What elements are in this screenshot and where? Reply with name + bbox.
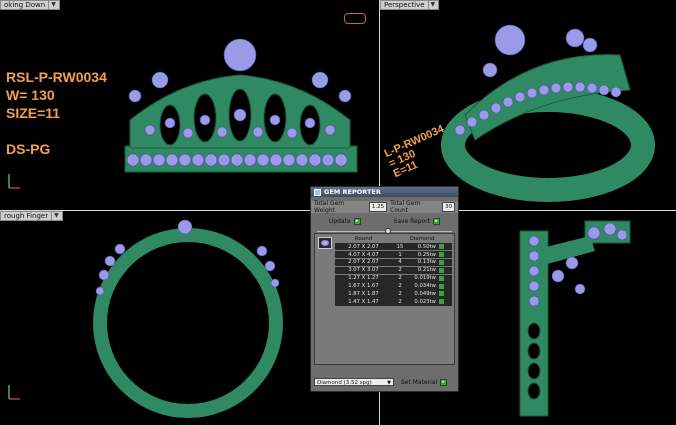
panel-footer: Diamond (3.52 spg) ▼ Set Material ▸	[314, 377, 455, 387]
row-select-button[interactable]	[437, 244, 445, 250]
ring-finish: DS-PG	[6, 141, 51, 157]
select-chevron-down-icon: ▼	[387, 380, 391, 386]
total-count-label: Total Gem Count	[390, 200, 421, 214]
ring-perspective-view	[441, 24, 655, 202]
panel-title: GEM REPORTER	[324, 188, 381, 196]
gem-weight-cell: 0.019tw	[414, 275, 436, 282]
row-select-button[interactable]	[437, 259, 445, 265]
gem-reporter-icon	[314, 188, 321, 196]
table-row[interactable]: 1.27 X 1.27 2 0.019tw	[335, 274, 452, 282]
row-go-icon[interactable]	[438, 291, 444, 297]
row-go-icon[interactable]	[438, 299, 444, 305]
save-report-label: Save Report	[393, 217, 431, 225]
table-row[interactable]: 1.67 X 1.67 2 0.034tw	[335, 282, 452, 290]
ring-size: SIZE=11	[6, 105, 61, 121]
row-select-button[interactable]	[437, 267, 445, 273]
gem-count-cell: 15	[396, 243, 404, 250]
row-go-icon[interactable]	[438, 259, 444, 265]
gem-count-cell: 2	[398, 283, 402, 290]
material-select-value: Diamond (3.52 spg)	[317, 380, 372, 386]
col-shape-header: Round	[354, 236, 373, 242]
update-button[interactable]: Update ▸	[328, 217, 361, 225]
table-row[interactable]: 1.47 X 1.47 2 0.023tw	[335, 298, 452, 306]
axis-gizmo-icon	[6, 170, 22, 192]
table-row[interactable]: 2.07 X 2.07 15 0.50tw	[335, 243, 452, 251]
gem-count-cell: 4	[398, 259, 402, 266]
gem-size-cell: 3.07 X 3.07	[348, 267, 379, 274]
gem-size-cell: 4.07 X 4.07	[348, 251, 379, 258]
total-count-field: 30	[442, 202, 455, 212]
panel-title-bar[interactable]: GEM REPORTER	[311, 187, 458, 197]
gem-size-cell: 1.87 X 1.87	[348, 290, 379, 297]
viewport-looking-down[interactable]: oking Down ▼ RSL-P-RW0034 W= 130 SIZE=11…	[0, 0, 379, 210]
gem-size-cell: 1.27 X 1.27	[348, 275, 379, 282]
material-select[interactable]: Diamond (3.52 spg) ▼	[314, 378, 394, 386]
gem-size-cell: 2.07 X 2.07	[348, 259, 379, 266]
table-row[interactable]: 2.07 X 2.07 4 0.13tw	[335, 258, 452, 267]
update-go-icon[interactable]: ▸	[353, 217, 361, 225]
row-go-icon[interactable]	[438, 252, 444, 258]
set-material-button[interactable]: ▸	[440, 378, 448, 386]
gem-count-cell: 2	[398, 275, 402, 282]
total-weight-field: 1.25	[368, 202, 388, 212]
gem-table-rows: 2.07 X 2.07 15 0.50tw 4.07 X 4.07 1 0.25tw 2.0…	[335, 243, 452, 306]
row-select-button[interactable]	[437, 252, 445, 258]
gem-weight-cell: 0.034tw	[414, 283, 436, 290]
row-go-icon[interactable]	[438, 283, 444, 289]
gem-weight-cell: 0.25tw	[417, 251, 436, 258]
gem-weight-cell: 0.50tw	[417, 243, 436, 250]
gem-weight-cell: 0.21tw	[417, 267, 436, 274]
row-select-button[interactable]	[437, 283, 445, 289]
row-go-icon[interactable]	[438, 244, 444, 250]
gem-size-cell: 1.67 X 1.67	[348, 283, 379, 290]
gem-count-cell: 2	[398, 298, 402, 305]
gem-size-cell: 1.47 X 1.47	[348, 298, 379, 305]
table-row[interactable]: 3.07 X 3.07 2 0.21tw	[335, 266, 452, 274]
ring-info-block: RSL-P-RW0034 W= 130 SIZE=11 DS-PG	[6, 68, 107, 158]
total-weight-label: Total Gem Weight	[314, 200, 345, 214]
gem-table: Round Diamond 2.07 X 2.07 15 0.50tw 4.07 X …	[314, 233, 455, 365]
row-go-icon[interactable]	[438, 267, 444, 273]
gem-weight-cell: 0.13tw	[417, 259, 436, 266]
axis-gizmo-icon	[6, 381, 22, 403]
row-select-button[interactable]	[437, 275, 445, 281]
gem-weight-cell: 0.023tw	[414, 298, 436, 305]
gem-thumbnail-icon[interactable]	[318, 237, 332, 249]
table-row[interactable]: 4.07 X 4.07 1 0.25tw	[335, 250, 452, 259]
viewport-perspective[interactable]: Perspective ▼	[380, 0, 676, 210]
save-report-button[interactable]: Save Report ▸	[393, 217, 441, 225]
gem-size-cell: 2.07 X 2.07	[348, 243, 379, 250]
gem-count-cell: 1	[398, 251, 402, 258]
gem-reporter-panel[interactable]: GEM REPORTER Total Gem Weight 1.25 Total…	[310, 186, 459, 392]
col-material-header: Diamond	[409, 236, 435, 242]
gem-count-cell: 2	[398, 267, 402, 274]
gem-table-header: Round Diamond	[335, 236, 452, 243]
totals-row: Total Gem Weight 1.25 Total Gem Count 30	[311, 200, 458, 214]
set-material-label: Set Material	[401, 378, 438, 386]
gem-count-cell: 2	[398, 290, 402, 297]
ring-weight: W= 130	[6, 87, 55, 103]
row-select-button[interactable]	[437, 299, 445, 305]
update-label: Update	[328, 217, 351, 225]
save-report-go-icon[interactable]: ▸	[433, 217, 441, 225]
row-go-icon[interactable]	[438, 275, 444, 281]
gem-weight-cell: 0.049tw	[414, 290, 436, 297]
action-row: Update ▸ Save Report ▸	[311, 216, 458, 226]
table-row[interactable]: 1.87 X 1.87 2 0.049tw	[335, 290, 452, 298]
row-select-button[interactable]	[437, 291, 445, 297]
ring-code: RSL-P-RW0034	[6, 69, 107, 85]
